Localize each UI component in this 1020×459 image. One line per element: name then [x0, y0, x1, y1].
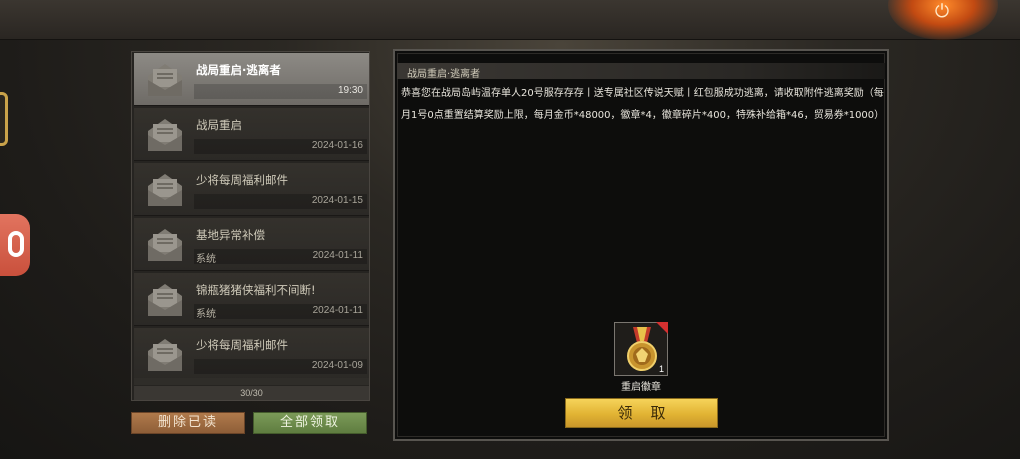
- envelope-icon: [144, 172, 186, 208]
- mail-date: 2024-01-16: [311, 140, 363, 151]
- claim-all-button[interactable]: 全部领取: [253, 412, 367, 434]
- mail-sender: 系统: [196, 254, 216, 265]
- mail-count: 30/30: [134, 386, 369, 400]
- envelope-icon: [144, 282, 186, 318]
- mail-title: 锦瓶猪猪侠福利不间断!: [196, 283, 316, 297]
- mail-item[interactable]: 少将每周福利邮件 2024-01-15: [134, 163, 369, 216]
- top-bar: [0, 0, 1020, 40]
- claim-button[interactable]: 领取: [565, 398, 718, 428]
- mail-date: 2024-01-09: [311, 360, 363, 371]
- detail-title: 战局重启·逃离者: [407, 69, 481, 80]
- mail-title: 基地异常补偿: [196, 228, 265, 242]
- mail-title: 少将每周福利邮件: [196, 173, 288, 187]
- envelope-icon: [144, 337, 186, 373]
- envelope-icon: [144, 117, 186, 153]
- attachment-count: 1: [658, 364, 664, 374]
- list-scroll-area[interactable]: [134, 378, 369, 385]
- mail-item[interactable]: 锦瓶猪猪侠福利不间断! 系统 2024-01-11: [134, 273, 369, 326]
- mail-date: 2024-01-11: [312, 250, 363, 261]
- mail-date: 19:30: [337, 85, 363, 96]
- new-badge: [656, 322, 668, 334]
- mail-title: 战局重启: [196, 118, 242, 132]
- mail-item[interactable]: 少将每周福利邮件 2024-01-09: [134, 328, 369, 381]
- mail-title: 战局重启·逃离者: [196, 63, 281, 77]
- ring-icon: [8, 231, 24, 257]
- envelope-icon: [144, 227, 186, 263]
- power-icon[interactable]: ⏻: [930, 0, 954, 24]
- attachment-slot[interactable]: 1: [614, 322, 668, 376]
- mail-date: 2024-01-11: [312, 305, 363, 316]
- side-gold-button[interactable]: [0, 92, 8, 146]
- mail-date: 2024-01-15: [311, 195, 363, 206]
- mail-item[interactable]: 战局重启·逃离者 19:30: [134, 53, 369, 106]
- mail-list[interactable]: 少将每周福利邮件 2024-01-09 锦瓶猪猪侠福利不间断! 系统 2024-…: [131, 51, 370, 401]
- detail-body: 恭喜您在战局岛屿温存单人20号服存存存丨送专属社区传说天赋丨红包服成功逃离，请收…: [401, 88, 885, 121]
- mail-title: 少将每周福利邮件: [196, 338, 288, 352]
- envelope-icon: [144, 62, 186, 98]
- mail-item[interactable]: 基地异常补偿 系统 2024-01-11: [134, 218, 369, 271]
- mail-sender: 系统: [196, 309, 216, 320]
- delete-read-button[interactable]: 删除已读: [131, 412, 245, 434]
- attachment-name: 重启徽章: [621, 382, 661, 393]
- side-red-button[interactable]: [0, 214, 30, 276]
- mail-item[interactable]: 战局重启 2024-01-16: [134, 108, 369, 161]
